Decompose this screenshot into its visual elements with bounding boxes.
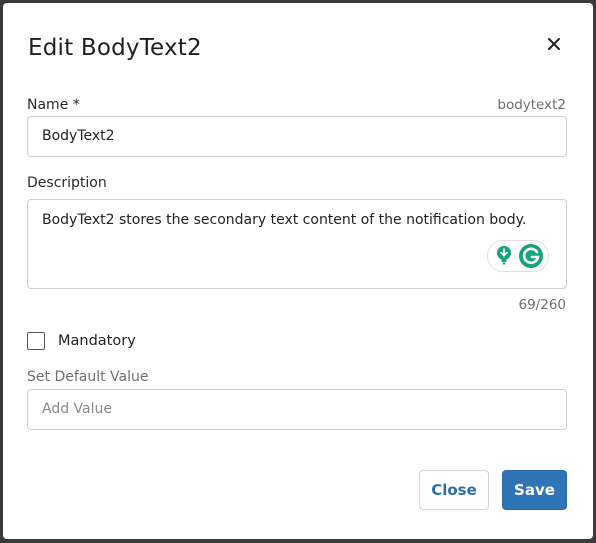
- mandatory-label: Mandatory: [58, 333, 136, 349]
- default-value-input[interactable]: Add Value: [27, 389, 567, 430]
- lightbulb-icon: [497, 246, 511, 265]
- save-button[interactable]: Save: [502, 470, 567, 510]
- dialog-title: Edit BodyText2: [28, 35, 202, 61]
- close-button[interactable]: Close: [419, 470, 489, 510]
- name-input[interactable]: BodyText2: [27, 116, 567, 157]
- name-key-hint: bodytext2: [497, 97, 566, 113]
- character-counter: 69/260: [518, 297, 567, 313]
- mandatory-checkbox[interactable]: [27, 332, 45, 350]
- default-value-placeholder: Add Value: [42, 401, 112, 417]
- edit-field-dialog: Edit BodyText2 Name * bodytext2 BodyText…: [3, 3, 593, 539]
- name-input-value: BodyText2: [42, 128, 115, 144]
- description-value: BodyText2 stores the secondary text cont…: [42, 212, 527, 228]
- description-textarea[interactable]: BodyText2 stores the secondary text cont…: [27, 199, 567, 289]
- description-label: Description: [27, 175, 107, 191]
- grammarly-icon: [519, 244, 543, 268]
- close-icon[interactable]: [543, 33, 565, 55]
- default-value-label: Set Default Value: [27, 369, 149, 385]
- name-label: Name *: [27, 97, 80, 113]
- writing-assistant-widget[interactable]: [487, 240, 549, 272]
